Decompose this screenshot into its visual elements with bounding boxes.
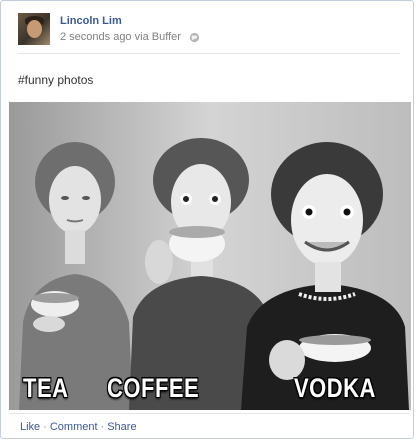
avatar[interactable] [18,13,50,45]
post-photo[interactable]: TEA COFFEE VODKA [9,102,411,410]
post-actions: Like · Comment · Share [9,413,409,439]
comment-link[interactable]: Comment [50,421,98,433]
separator: · [100,420,105,433]
header-divider [18,53,400,54]
post-meta: 2 seconds ago via Buffer [60,31,200,43]
caption-tea: TEA [23,372,69,403]
author-name[interactable]: Lincoln Lim [60,15,122,27]
timestamp[interactable]: 2 seconds ago via Buffer [60,31,181,43]
like-link[interactable]: Like [20,421,40,433]
separator: · [43,420,47,433]
photo-illustration [9,102,411,410]
via-app: via Buffer [134,31,181,43]
post-header: Lincoln Lim 2 seconds ago via Buffer [18,13,400,53]
news-feed-post: Lincoln Lim 2 seconds ago via Buffer #fu… [0,0,414,439]
caption-vodka: VODKA [294,372,376,403]
share-link[interactable]: Share [107,421,136,433]
caption-coffee: COFFEE [107,372,200,403]
globe-icon[interactable] [189,32,200,43]
post-message: #funny photos [18,73,94,87]
